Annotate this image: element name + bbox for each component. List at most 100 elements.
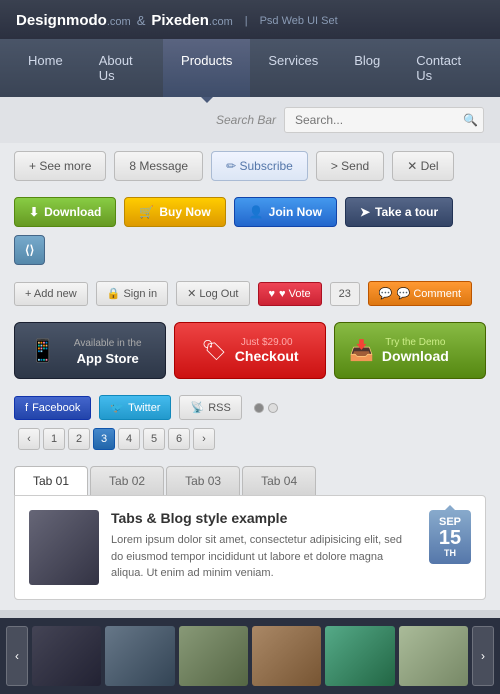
share-button[interactable]: ⟨⟩ [14, 235, 45, 265]
thumb-2[interactable] [105, 626, 174, 686]
twitter-label: Twitter [128, 402, 160, 414]
appstore-small: Available in the [74, 338, 142, 349]
join-now-label: Join Now [269, 205, 322, 219]
search-icon[interactable]: 🔍 [463, 113, 478, 127]
appstore-button[interactable]: 📱 Available in the App Store [14, 322, 166, 379]
social-row: f Facebook 🐦 Twitter 📡 RSS ‹ 1 2 3 4 5 6… [0, 387, 500, 458]
message-label: 8 Message [129, 159, 188, 173]
comment-label: 💬 Comment [397, 287, 461, 300]
join-now-button[interactable]: 👤 Join Now [234, 197, 337, 227]
brand2-com: .com [209, 16, 233, 28]
page-4-button[interactable]: 4 [118, 428, 140, 450]
vote-count: 23 [330, 282, 360, 306]
tab-01[interactable]: Tab 01 [14, 466, 88, 495]
header: Designmodo.com & Pixeden.com | Psd Web U… [0, 0, 500, 39]
button-row-1: + See more 8 Message ✏ Subscribe > Send … [0, 143, 500, 189]
page-6-button[interactable]: 6 [168, 428, 190, 450]
header-subtitle: Psd Web UI Set [260, 15, 338, 27]
main-nav: Home About Us Products Services Blog Con… [0, 39, 500, 97]
del-label: ✕ Del [407, 159, 438, 173]
brand1-text: Designmodo [16, 12, 107, 29]
thumb-1[interactable] [32, 626, 101, 686]
comment-button[interactable]: 💬 💬 Comment [368, 281, 472, 306]
add-new-label: + Add new [25, 288, 77, 300]
log-out-button[interactable]: ✕ Log Out [176, 281, 249, 306]
next-page-button[interactable]: › [193, 428, 215, 450]
brand1: Designmodo.com [16, 12, 131, 29]
nav-blog[interactable]: Blog [336, 39, 398, 97]
vote-label: ♥ Vote [279, 288, 311, 300]
radio-dot-1[interactable] [254, 403, 264, 413]
radio-dot-2[interactable] [268, 403, 278, 413]
search-label: Search Bar [216, 113, 276, 127]
search-row: Search Bar 🔍 [0, 97, 500, 143]
page-3-button[interactable]: 3 [93, 428, 115, 450]
send-button[interactable]: > Send [316, 151, 384, 181]
cta-button-row: 📱 Available in the App Store 🏷 Just $29.… [0, 314, 500, 387]
page-2-button[interactable]: 2 [68, 428, 90, 450]
thumb-4[interactable] [252, 626, 321, 686]
twitter-button[interactable]: 🐦 Twitter [99, 395, 171, 420]
cart-icon: 🛒 [139, 205, 154, 219]
blog-card: Tabs & Blog style example Lorem ipsum do… [14, 495, 486, 600]
del-button[interactable]: ✕ Del [392, 151, 453, 181]
thumb-5[interactable] [325, 626, 394, 686]
page-1-button[interactable]: 1 [43, 428, 65, 450]
download-icon: ⬇ [29, 205, 39, 219]
search-input[interactable] [284, 107, 484, 133]
arrow-icon: ➤ [360, 205, 370, 219]
nav-contact[interactable]: Contact Us [398, 39, 490, 97]
nav-services[interactable]: Services [250, 39, 336, 97]
prev-page-button[interactable]: ‹ [18, 428, 40, 450]
blog-thumbnail [29, 510, 99, 585]
next-thumb-button[interactable]: › [472, 626, 494, 686]
rss-button[interactable]: 📡 RSS [179, 395, 241, 420]
blog-content: Tabs & Blog style example Lorem ipsum do… [111, 510, 417, 582]
buy-now-label: Buy Now [159, 205, 210, 219]
blog-day: 15 [437, 528, 463, 548]
tab-02[interactable]: Tab 02 [90, 466, 164, 495]
download-button[interactable]: ⬇ Download [14, 197, 116, 227]
thumb-3[interactable] [179, 626, 248, 686]
download-demo-icon: 📥 [349, 338, 374, 363]
message-button[interactable]: 8 Message [114, 151, 203, 181]
blog-image [29, 510, 99, 585]
twitter-icon: 🐦 [110, 401, 124, 414]
nav-home[interactable]: Home [10, 39, 81, 97]
page-5-button[interactable]: 5 [143, 428, 165, 450]
buy-now-button[interactable]: 🛒 Buy Now [124, 197, 225, 227]
take-tour-button[interactable]: ➤ Take a tour [345, 197, 453, 227]
see-more-label: + See more [29, 159, 91, 173]
vote-button[interactable]: ♥ ♥ Vote [258, 282, 322, 306]
heart-icon: ♥ [269, 288, 276, 300]
thumb-6[interactable] [399, 626, 468, 686]
tab-03[interactable]: Tab 03 [166, 466, 240, 495]
download-demo-small: Try the Demo [382, 337, 449, 348]
sign-in-button[interactable]: 🔒 Sign in [96, 281, 168, 306]
see-more-button[interactable]: + See more [14, 151, 106, 181]
subscribe-button[interactable]: ✏ Subscribe [211, 151, 308, 181]
checkout-button[interactable]: 🏷 Just $29.00 Checkout [174, 322, 326, 379]
checkout-big: Checkout [235, 348, 299, 364]
user-icon: 👤 [249, 205, 264, 219]
add-new-button[interactable]: + Add new [14, 282, 88, 306]
nav-about[interactable]: About Us [81, 39, 163, 97]
brand2-text: Pixeden [151, 12, 209, 29]
facebook-button[interactable]: f Facebook [14, 396, 91, 420]
send-label: > Send [331, 159, 369, 173]
tab-04[interactable]: Tab 04 [242, 466, 316, 495]
download-demo-big: Download [382, 348, 449, 364]
rss-label: RSS [208, 402, 231, 414]
log-out-label: ✕ Log Out [187, 288, 238, 300]
nav-products[interactable]: Products [163, 39, 250, 97]
tabs-row: Tab 01 Tab 02 Tab 03 Tab 04 [0, 458, 500, 495]
download-demo-button[interactable]: 📥 Try the Demo Download [334, 322, 486, 379]
prev-thumb-button[interactable]: ‹ [6, 626, 28, 686]
facebook-icon: f [25, 402, 28, 414]
pagination: ‹ 1 2 3 4 5 6 › [18, 428, 215, 450]
comment-icon: 💬 [379, 287, 393, 300]
section-divider [0, 610, 500, 618]
main-content: Search Bar 🔍 + See more 8 Message ✏ Subs… [0, 97, 500, 694]
appstore-big: App Store [77, 351, 139, 366]
blog-suffix: TH [437, 548, 463, 558]
